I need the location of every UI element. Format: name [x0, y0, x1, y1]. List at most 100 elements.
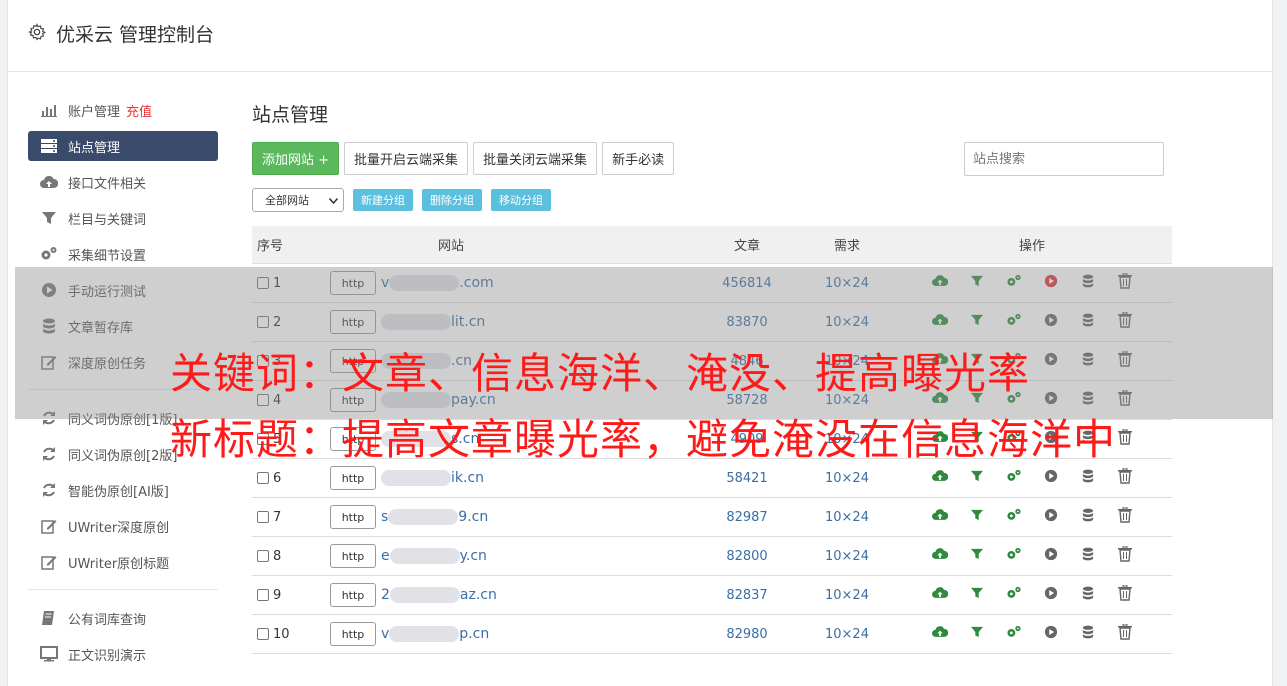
- sidebar-item-interface[interactable]: 接口文件相关: [28, 167, 218, 197]
- storage-button[interactable]: [1080, 625, 1096, 642]
- cloud-upload-button[interactable]: [932, 470, 949, 486]
- cogs-icon: [1006, 469, 1022, 487]
- redacted-mask: [381, 470, 451, 486]
- article-count[interactable]: 82980: [692, 627, 802, 642]
- batch-open-cloud-button[interactable]: 批量开启云端采集: [344, 142, 469, 175]
- table-header: 序号 网站 文章 需求 操作: [252, 226, 1172, 264]
- cloud-upload-icon: [932, 626, 949, 642]
- demand-value[interactable]: 10×24: [802, 510, 892, 525]
- trash-icon: [1118, 506, 1132, 527]
- site-link[interactable]: s 9.cn: [381, 509, 488, 525]
- delete-button[interactable]: [1117, 506, 1133, 527]
- sidebar-item-label: 智能伪原创[AI版]: [68, 484, 169, 500]
- filter-button[interactable]: [969, 509, 985, 525]
- sidebar-item-uwriter-title[interactable]: UWriter原创标题: [28, 547, 218, 577]
- site-search-input[interactable]: [964, 142, 1164, 176]
- server-icon: [40, 138, 58, 154]
- article-count[interactable]: 82987: [692, 510, 802, 525]
- demand-value[interactable]: 10×24: [802, 588, 892, 603]
- row-number-cell: 7: [252, 510, 330, 525]
- cloud-upload-button[interactable]: [932, 509, 949, 525]
- recharge-link[interactable]: 充值: [126, 101, 152, 120]
- run-button[interactable]: [1043, 547, 1059, 564]
- batch-close-cloud-button[interactable]: 批量关闭云端采集: [473, 142, 598, 175]
- edit-icon: [40, 518, 58, 534]
- run-button[interactable]: [1043, 586, 1059, 603]
- article-count[interactable]: 82837: [692, 588, 802, 603]
- sidebar-item-text-recognition[interactable]: 正文识别演示: [28, 639, 218, 669]
- storage-button[interactable]: [1080, 508, 1096, 525]
- demand-value[interactable]: 10×24: [802, 627, 892, 642]
- sidebar-item-account[interactable]: 账户管理 充值: [28, 95, 218, 125]
- add-site-button[interactable]: 添加网站 +: [252, 142, 340, 175]
- cloud-upload-button[interactable]: [932, 548, 949, 564]
- settings-button[interactable]: [1006, 508, 1022, 525]
- site-prefix: e: [381, 548, 390, 564]
- run-button[interactable]: [1043, 469, 1059, 486]
- delete-button[interactable]: [1117, 545, 1133, 564]
- site-group-select[interactable]: 全部网站: [252, 188, 344, 212]
- cloud-upload-button[interactable]: [932, 626, 949, 642]
- filter-icon: [971, 470, 983, 486]
- filter-button[interactable]: [969, 470, 985, 486]
- settings-button[interactable]: [1006, 625, 1022, 643]
- cloud-upload-icon: [40, 174, 58, 190]
- protocol-badge: http: [330, 622, 376, 646]
- demand-value[interactable]: 10×24: [802, 471, 892, 486]
- row-checkbox[interactable]: [257, 550, 269, 562]
- settings-button[interactable]: [1006, 547, 1022, 564]
- sidebar-item-keywords[interactable]: 栏目与关键词: [28, 203, 218, 233]
- filter-icon: [971, 587, 983, 603]
- filter-button[interactable]: [969, 548, 985, 564]
- overlay-keywords-text: 关键词：文章、信息海洋、淹没、提高曝光率: [170, 349, 1031, 398]
- delete-button[interactable]: [1117, 584, 1133, 603]
- row-checkbox[interactable]: [257, 472, 269, 484]
- site-link[interactable]: e y.cn: [381, 548, 487, 564]
- chevron-down-icon: [328, 194, 339, 207]
- overlay-title-text: 新标题：提高文章曝光率，避免淹没在信息海洋中: [170, 415, 1117, 464]
- move-group-button[interactable]: 移动分组: [491, 189, 551, 211]
- run-button[interactable]: [1043, 508, 1059, 525]
- redacted-mask: [389, 626, 460, 642]
- table-row: 9 http 2 az.cn 82837 10×24: [252, 576, 1172, 615]
- storage-button[interactable]: [1080, 586, 1096, 603]
- settings-button[interactable]: [1006, 469, 1022, 487]
- sidebar-item-ai-rewrite[interactable]: 智能伪原创[AI版]: [28, 475, 218, 505]
- app-title: 优采云 管理控制台: [56, 24, 215, 46]
- col-header-no: 序号: [257, 239, 284, 254]
- trash-icon: [1118, 467, 1132, 488]
- article-count[interactable]: 58421: [692, 471, 802, 486]
- table-row: 8 http e y.cn 82800 10×24: [252, 537, 1172, 576]
- sidebar-item-collect-settings[interactable]: 采集细节设置: [28, 239, 218, 269]
- new-group-button[interactable]: 新建分组: [353, 189, 413, 211]
- filter-icon: [971, 626, 983, 642]
- delete-button[interactable]: [1117, 623, 1133, 644]
- beginner-guide-button[interactable]: 新手必读: [602, 142, 675, 175]
- run-button[interactable]: [1043, 625, 1059, 642]
- row-checkbox[interactable]: [257, 511, 269, 523]
- site-link[interactable]: v p.cn: [381, 626, 489, 642]
- site-cell: http e y.cn: [330, 544, 692, 568]
- site-link[interactable]: 2 az.cn: [381, 587, 497, 603]
- row-checkbox[interactable]: [257, 628, 269, 640]
- delete-button[interactable]: [1117, 467, 1133, 488]
- trash-icon: [1118, 623, 1132, 644]
- sidebar-item-uwriter-deep[interactable]: UWriter深度原创: [28, 511, 218, 541]
- delete-group-button[interactable]: 删除分组: [422, 189, 482, 211]
- article-count[interactable]: 82800: [692, 549, 802, 564]
- demand-value[interactable]: 10×24: [802, 549, 892, 564]
- cloud-upload-button[interactable]: [932, 587, 949, 603]
- filter-button[interactable]: [969, 626, 985, 642]
- cloud-upload-icon: [932, 470, 949, 486]
- delete-button[interactable]: [1117, 428, 1133, 447]
- filter-button[interactable]: [969, 587, 985, 603]
- site-link[interactable]: ik.cn: [381, 470, 484, 486]
- sidebar-item-sites[interactable]: 站点管理: [28, 131, 218, 161]
- sidebar-item-label: 公有词库查询: [68, 612, 147, 628]
- storage-button[interactable]: [1080, 469, 1096, 486]
- cogs-icon: [1006, 625, 1022, 643]
- sidebar-item-public-lexicon[interactable]: 公有词库查询: [28, 603, 218, 633]
- row-checkbox[interactable]: [257, 589, 269, 601]
- settings-button[interactable]: [1006, 586, 1022, 603]
- storage-button[interactable]: [1080, 547, 1096, 564]
